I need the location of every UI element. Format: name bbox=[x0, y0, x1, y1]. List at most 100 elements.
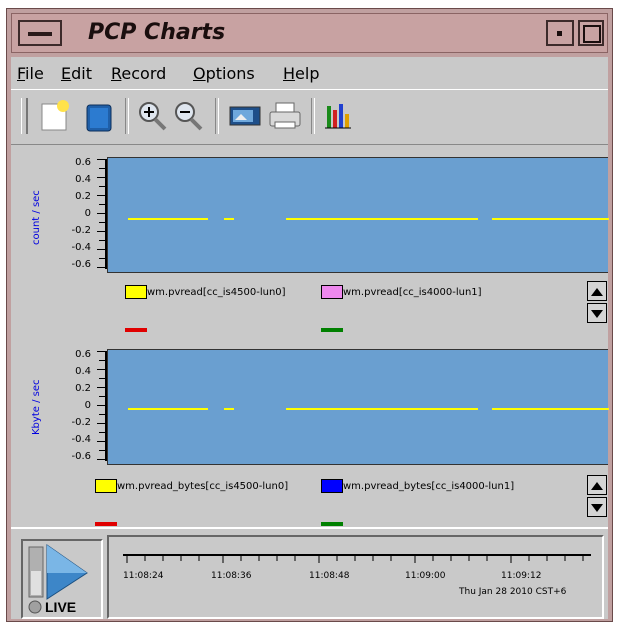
title-bar[interactable]: PCP Charts bbox=[11, 13, 608, 53]
chart-2-plot-area[interactable] bbox=[107, 349, 609, 465]
ytick-label: 0 bbox=[84, 400, 91, 411]
print-button[interactable] bbox=[267, 98, 303, 134]
time-tick-label: 11:08:24 bbox=[123, 571, 164, 581]
time-axis[interactable]: 11:08:24 11:08:36 11:08:48 11:09:00 11:0… bbox=[107, 535, 604, 619]
menu-options-rest: ptions bbox=[205, 64, 255, 83]
ytick-label: -0.6 bbox=[71, 451, 91, 462]
time-axis-date: Thu Jan 28 2010 CST+6 bbox=[459, 587, 567, 597]
ytick-label: 0.4 bbox=[75, 174, 91, 185]
toolbar-separator bbox=[311, 98, 315, 134]
toolbar-separator bbox=[215, 98, 219, 134]
ytick-label: 0.2 bbox=[75, 383, 91, 394]
ytick-mark bbox=[99, 378, 105, 379]
chart-panel-1: count / sec 0.6 0.4 0.2 0 -0.2 -0.4 -0.6 bbox=[11, 149, 609, 337]
time-tick-label: 11:09:12 bbox=[501, 571, 542, 581]
chart-options-button[interactable] bbox=[321, 98, 357, 134]
zoom-in-icon bbox=[139, 102, 167, 131]
chart-2-yaxis bbox=[95, 351, 107, 461]
menu-options-accel: O bbox=[193, 64, 206, 83]
menu-bar: File Edit Record Options Help bbox=[11, 61, 608, 87]
ytick-mark bbox=[97, 195, 105, 196]
export-image-icon bbox=[229, 106, 261, 126]
ytick-mark bbox=[97, 423, 105, 424]
ytick-mark bbox=[97, 249, 105, 250]
legend-scroll-down-button[interactable] bbox=[587, 303, 607, 323]
arrow-up-icon bbox=[591, 482, 603, 490]
ytick-mark bbox=[97, 213, 105, 214]
legend-swatch[interactable] bbox=[95, 479, 117, 493]
ytick-label: 0.4 bbox=[75, 366, 91, 377]
minimize-button[interactable] bbox=[546, 20, 574, 46]
menu-record[interactable]: Record bbox=[111, 64, 166, 83]
time-tick-label: 11:09:00 bbox=[405, 571, 446, 581]
ytick-mark bbox=[99, 186, 105, 187]
chart-1-plot-area[interactable] bbox=[107, 157, 609, 273]
toolbar-grip[interactable] bbox=[21, 98, 28, 134]
ytick-mark bbox=[97, 387, 105, 388]
ytick-mark bbox=[97, 351, 105, 352]
new-chart-button[interactable] bbox=[37, 98, 73, 134]
legend-scroll-down-button[interactable] bbox=[587, 497, 607, 517]
legend-swatch[interactable] bbox=[321, 479, 343, 493]
ytick-mark bbox=[97, 231, 105, 232]
ytick-mark bbox=[99, 258, 105, 259]
legend-scroll-up-button[interactable] bbox=[587, 281, 607, 301]
live-button[interactable]: LIVE bbox=[21, 539, 103, 619]
legend-swatch[interactable] bbox=[125, 285, 147, 299]
time-control-bar: LIVE 11:08:24 11:08:36 11:08:48 11:09:00… bbox=[11, 527, 608, 619]
arrow-down-icon bbox=[591, 504, 603, 512]
ytick-mark bbox=[99, 450, 105, 451]
legend-swatch[interactable] bbox=[321, 285, 343, 299]
toolbar-separator bbox=[125, 98, 129, 134]
open-view-button[interactable] bbox=[81, 98, 117, 134]
menu-edit-rest: dit bbox=[71, 64, 92, 83]
ytick-label: 0.6 bbox=[75, 157, 91, 168]
legend-marker bbox=[321, 522, 343, 526]
chart-1-svg bbox=[128, 218, 609, 220]
ytick-mark bbox=[99, 360, 105, 361]
chart-2-svg bbox=[128, 408, 609, 410]
menu-edit-accel: E bbox=[61, 64, 72, 83]
menu-help[interactable]: Help bbox=[283, 64, 319, 83]
legend-label: wm.pvread_bytes[cc_is4000-lun1] bbox=[343, 481, 515, 492]
menu-file-accel: F bbox=[17, 64, 26, 83]
window-menu-button[interactable] bbox=[18, 20, 62, 46]
zoom-out-button[interactable] bbox=[171, 98, 207, 134]
ytick-label: 0 bbox=[84, 208, 91, 219]
ytick-mark bbox=[99, 222, 105, 223]
toolbar bbox=[11, 89, 608, 145]
open-view-icon bbox=[86, 104, 112, 132]
client-area: File Edit Record Options Help count / se… bbox=[11, 57, 609, 619]
menu-help-accel: H bbox=[283, 64, 296, 83]
ytick-mark bbox=[99, 204, 105, 205]
ytick-label: -0.6 bbox=[71, 259, 91, 270]
ytick-mark bbox=[99, 432, 105, 433]
legend-scroll-up-button[interactable] bbox=[587, 475, 607, 495]
ytick-mark bbox=[97, 369, 105, 370]
menu-record-rest: ecord bbox=[121, 64, 167, 83]
ytick-mark bbox=[97, 441, 105, 442]
main-window: PCP Charts File Edit Record Options Help bbox=[6, 8, 613, 622]
chart-1-ylabel: count / sec bbox=[31, 190, 42, 245]
ytick-mark bbox=[97, 177, 105, 178]
legend-marker bbox=[95, 522, 117, 526]
menu-edit[interactable]: Edit bbox=[61, 64, 92, 83]
ytick-mark bbox=[97, 405, 105, 406]
legend-label: wm.pvread[cc_is4000-lun1] bbox=[343, 287, 482, 298]
ytick-mark bbox=[99, 240, 105, 241]
ytick-mark bbox=[99, 396, 105, 397]
ytick-label: 0.6 bbox=[75, 349, 91, 360]
legend-marker bbox=[125, 328, 147, 332]
ytick-mark bbox=[97, 159, 105, 160]
menu-options[interactable]: Options bbox=[193, 64, 255, 83]
legend-label: wm.pvread[cc_is4500-lun0] bbox=[147, 287, 286, 298]
ytick-mark bbox=[99, 168, 105, 169]
chart-panel-2: Kbyte / sec 0.6 0.4 0.2 0 -0.2 -0.4 -0.6 bbox=[11, 343, 609, 527]
maximize-button[interactable] bbox=[578, 20, 604, 46]
menu-file[interactable]: File bbox=[17, 64, 44, 83]
zoom-out-icon bbox=[175, 102, 203, 131]
ytick-label: -0.4 bbox=[71, 434, 91, 445]
arrow-up-icon bbox=[591, 288, 603, 296]
zoom-in-button[interactable] bbox=[135, 98, 171, 134]
export-image-button[interactable] bbox=[227, 98, 263, 134]
